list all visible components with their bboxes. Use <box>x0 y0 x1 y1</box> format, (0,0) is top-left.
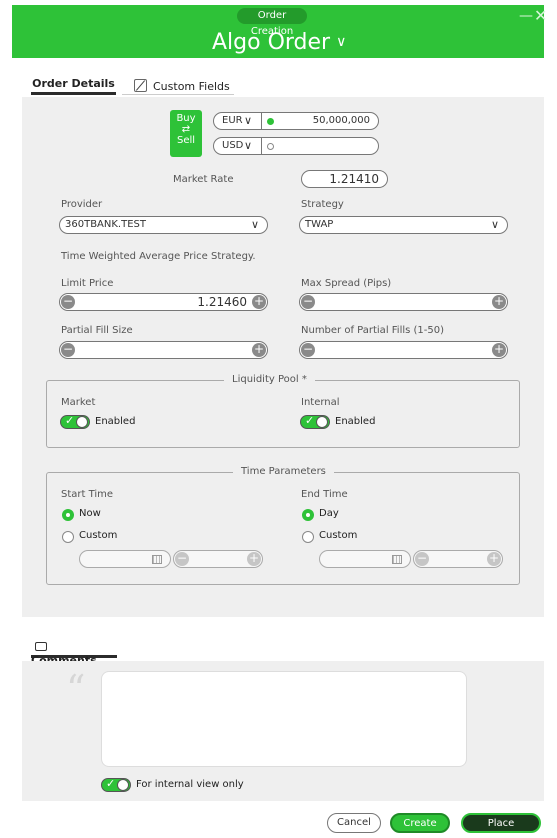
end-time-stepper: − + <box>413 550 503 568</box>
check-icon: ✓ <box>65 414 75 427</box>
market-toggle[interactable]: ✓ <box>60 414 90 429</box>
amount1-input[interactable]: 50,000,000 <box>313 115 370 126</box>
limit-price-label: Limit Price <box>61 278 114 289</box>
comment-icon <box>35 642 47 651</box>
tab-order-details[interactable]: Order Details <box>31 77 116 95</box>
place-button[interactable]: Place <box>461 813 541 833</box>
chevron-down-icon: ∨ <box>244 114 253 127</box>
internal-toggle[interactable]: ✓ <box>300 414 330 429</box>
start-time-label: Start Time <box>61 489 114 500</box>
increment-icon[interactable]: + <box>252 295 266 309</box>
start-time-stepper: − + <box>173 550 263 568</box>
quote-icon: “ <box>66 667 86 711</box>
time-parameters-title: Time Parameters <box>233 466 334 477</box>
create-button[interactable]: Create <box>390 813 450 833</box>
minimize-icon[interactable]: — <box>519 8 533 24</box>
window-header: Order Creation Algo Order ∨ — ✕ <box>12 5 547 58</box>
max-spread-field: − + <box>299 293 508 311</box>
provider-label: Provider <box>61 199 103 210</box>
active-dot-icon <box>267 118 274 125</box>
cancel-button[interactable]: Cancel <box>327 813 381 833</box>
market-label: Market <box>61 397 96 408</box>
order-creation-badge: Order Creation <box>237 8 307 37</box>
increment-icon[interactable]: + <box>492 295 506 309</box>
chevron-down-icon: ∨ <box>244 139 253 152</box>
tab-custom-fields[interactable]: Custom Fields <box>122 77 234 95</box>
end-date-input[interactable] <box>319 550 411 568</box>
increment-icon[interactable]: + <box>252 343 266 357</box>
start-date-input[interactable] <box>79 550 171 568</box>
start-custom-label: Custom <box>79 530 118 541</box>
strategy-description: Time Weighted Average Price Strategy. <box>61 251 256 262</box>
start-custom-radio[interactable] <box>62 531 74 543</box>
internal-view-toggle[interactable]: ✓ <box>101 777 131 792</box>
limit-price-input[interactable]: 1.21460 <box>197 294 247 310</box>
provider-select[interactable]: 360TBANK.TEST ∨ <box>59 216 268 234</box>
start-now-label: Now <box>79 508 101 519</box>
internal-view-label: For internal view only <box>136 779 244 790</box>
partial-fill-size-field: − + <box>59 341 268 359</box>
limit-price-field: − 1.21460 + <box>59 293 268 311</box>
decrement-icon[interactable]: − <box>61 295 75 309</box>
market-rate-label: Market Rate <box>173 174 234 185</box>
close-icon[interactable]: ✕ <box>534 6 547 25</box>
decrement-icon[interactable]: − <box>175 552 189 566</box>
currency1-select[interactable]: EUR <box>222 115 243 126</box>
sell-label: Sell <box>176 135 196 146</box>
pencil-icon <box>134 79 147 92</box>
end-custom-label: Custom <box>319 530 358 541</box>
decrement-icon[interactable]: − <box>301 295 315 309</box>
increment-icon[interactable]: + <box>487 552 501 566</box>
internal-label: Internal <box>301 397 340 408</box>
calendar-icon[interactable] <box>152 555 162 564</box>
num-partial-fills-label: Number of Partial Fills (1-50) <box>301 325 445 336</box>
inactive-dot-icon <box>267 143 274 150</box>
end-custom-radio[interactable] <box>302 531 314 543</box>
calendar-icon[interactable] <box>392 555 402 564</box>
buy-label: Buy <box>176 113 196 124</box>
decrement-icon[interactable]: − <box>61 343 75 357</box>
comment-textarea[interactable] <box>101 671 467 767</box>
market-rate-value: 1.21410 <box>301 170 388 188</box>
strategy-select[interactable]: TWAP ∨ <box>299 216 508 234</box>
check-icon: ✓ <box>106 777 116 790</box>
num-partial-fills-field: − + <box>299 341 508 359</box>
swap-icon: ⇄ <box>181 124 191 135</box>
currency2-amount-field: USD ∨ <box>213 137 379 155</box>
order-type-label: Algo Order <box>212 30 331 55</box>
chevron-down-icon: ∨ <box>336 34 347 50</box>
check-icon: ✓ <box>305 414 315 427</box>
liquidity-pool-group <box>46 380 520 448</box>
end-time-label: End Time <box>301 489 348 500</box>
internal-state-label: Enabled <box>335 416 376 427</box>
start-now-radio[interactable] <box>62 509 74 521</box>
end-day-label: Day <box>319 508 339 519</box>
order-type-title[interactable]: Algo Order ∨ <box>212 29 346 56</box>
provider-value: 360TBANK.TEST <box>65 219 146 230</box>
increment-icon[interactable]: + <box>247 552 261 566</box>
partial-fill-size-label: Partial Fill Size <box>61 325 133 336</box>
decrement-icon[interactable]: − <box>415 552 429 566</box>
strategy-label: Strategy <box>301 199 344 210</box>
time-parameters-group <box>46 472 520 585</box>
increment-icon[interactable]: + <box>492 343 506 357</box>
currency1-amount-field: EUR ∨ 50,000,000 <box>213 112 379 130</box>
tab-custom-fields-label: Custom Fields <box>153 80 230 93</box>
currency2-select[interactable]: USD <box>222 140 243 151</box>
tab-comments[interactable]: Comments <box>31 640 117 667</box>
chevron-down-icon: ∨ <box>250 218 259 231</box>
end-day-radio[interactable] <box>302 509 314 521</box>
strategy-value: TWAP <box>305 219 334 230</box>
market-state-label: Enabled <box>95 416 136 427</box>
max-spread-label: Max Spread (Pips) <box>301 278 392 289</box>
decrement-icon[interactable]: − <box>301 343 315 357</box>
buy-sell-toggle[interactable]: Buy ⇄ Sell <box>170 110 202 157</box>
chevron-down-icon: ∨ <box>490 218 499 231</box>
liquidity-pool-title: Liquidity Pool * <box>224 374 315 385</box>
